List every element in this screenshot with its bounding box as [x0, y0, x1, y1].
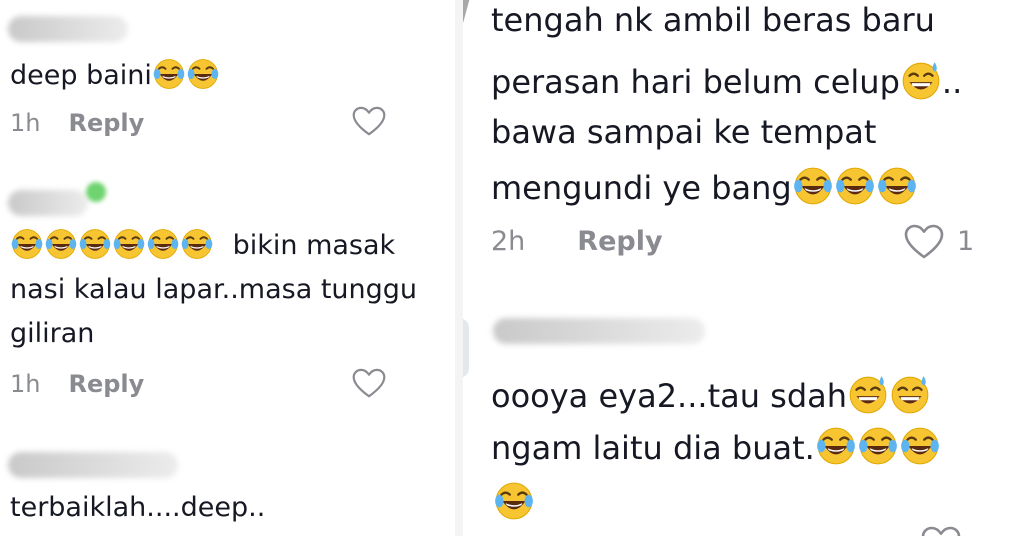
- username-blurred[interactable]: [8, 16, 128, 42]
- comment-text-line: perasan hari belum celup..: [491, 54, 962, 110]
- grinning-face-with-sweat-icon: [900, 59, 942, 101]
- comment-text-content: oooya eya2...tau sdah: [491, 377, 848, 415]
- left-comment-panel: deep baini 1h Reply bikin masak nasi kala…: [0, 0, 455, 536]
- comment-text-line: nasi kalau lapar..masa tunggu: [10, 274, 418, 305]
- comment-text-line: bawa sampai ke tempat: [491, 113, 877, 151]
- username-blurred[interactable]: [8, 452, 178, 478]
- grinning-face-with-sweat-icon: [847, 373, 889, 415]
- comment-text: deep baini: [10, 56, 220, 96]
- face-with-tears-of-joy-icon: [815, 425, 857, 467]
- comment-text-content: deep baini: [10, 60, 152, 91]
- comment-text-content: ngam laitu dia buat.: [491, 429, 815, 467]
- face-with-tears-of-joy-icon: [180, 227, 214, 261]
- comment-meta: 2h Reply: [491, 226, 663, 257]
- heart-outline-icon[interactable]: [904, 224, 944, 260]
- face-with-tears-of-joy-icon: [857, 425, 899, 467]
- face-with-tears-of-joy-icon: [493, 480, 535, 522]
- comment-text-content: bikin masak: [232, 230, 396, 261]
- reply-button[interactable]: Reply: [68, 370, 144, 398]
- comment-time: 1h: [10, 370, 41, 398]
- face-with-tears-of-joy-icon: [899, 425, 941, 467]
- reply-button[interactable]: Reply: [68, 109, 144, 137]
- face-with-tears-of-joy-icon: [876, 165, 918, 207]
- avatar[interactable]: [463, 0, 471, 23]
- comment-text-line: ngam laitu dia buat.: [491, 420, 941, 476]
- face-with-tears-of-joy-icon: [834, 165, 876, 207]
- face-with-tears-of-joy-icon: [112, 227, 146, 261]
- comment-text-line: oooya eya2...tau sdah: [491, 368, 931, 424]
- heart-outline-icon[interactable]: [352, 106, 386, 137]
- like-count: 1: [957, 226, 975, 257]
- comment-text-content: mengundi ye bang: [491, 169, 792, 207]
- face-with-tears-of-joy-icon: [792, 165, 834, 207]
- heart-outline-icon[interactable]: [352, 368, 386, 399]
- comment-text-content: perasan hari belum celup: [491, 63, 900, 101]
- face-with-tears-of-joy-icon: [10, 227, 44, 261]
- reply-button[interactable]: Reply: [577, 226, 662, 257]
- comment-meta: 1h Reply: [10, 109, 144, 137]
- comment-text-line: mengundi ye bang: [491, 160, 918, 216]
- face-with-tears-of-joy-icon: [152, 57, 186, 91]
- verified-badge-icon: [86, 182, 106, 202]
- username-blurred[interactable]: [493, 318, 705, 344]
- comment-time: 1h: [10, 109, 41, 137]
- face-with-tears-of-joy-icon: [44, 227, 78, 261]
- comment-text-line: tengah nk ambil beras baru: [491, 1, 935, 39]
- comment-text-suffix: ..: [941, 63, 963, 101]
- face-with-tears-of-joy-icon: [186, 57, 220, 91]
- comment-time: 2h: [491, 226, 526, 257]
- username-blurred[interactable]: [8, 190, 88, 216]
- right-comment-panel: tengah nk ambil beras baru perasan hari …: [463, 0, 1024, 536]
- face-with-tears-of-joy-icon: [146, 227, 180, 261]
- comment-text: terbaiklah....deep..: [10, 492, 266, 523]
- comment-meta: 1h Reply: [10, 370, 144, 398]
- comment-text-line: giliran: [10, 318, 95, 349]
- grinning-face-with-sweat-icon: [889, 373, 931, 415]
- avatar[interactable]: [463, 318, 469, 378]
- face-with-tears-of-joy-icon: [78, 227, 112, 261]
- comment-text: bikin masak: [10, 226, 395, 266]
- panel-divider: [455, 0, 463, 536]
- heart-outline-icon[interactable]: [921, 526, 961, 536]
